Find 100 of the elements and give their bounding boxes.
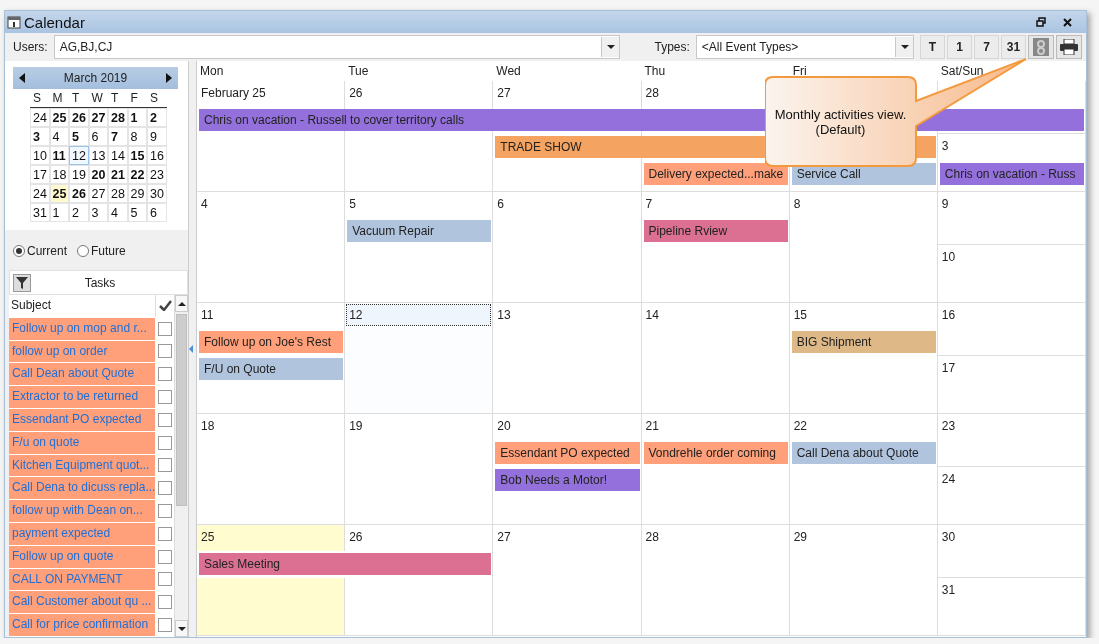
mini-calendar-day[interactable]: 5 <box>69 127 89 146</box>
day-number: 4 <box>200 196 209 213</box>
checkbox[interactable] <box>158 412 173 427</box>
day-number: 15 <box>792 307 808 324</box>
types-dropdown[interactable]: <All Event Types> <box>695 35 914 59</box>
day-number: 3 <box>940 138 950 155</box>
day-number: February 25 <box>200 85 267 102</box>
event-bar[interactable]: Pipeline Rview <box>643 220 788 242</box>
window-title: Calendar <box>24 13 86 31</box>
mini-calendar-day[interactable]: 14 <box>108 146 128 165</box>
checkbox[interactable] <box>158 595 173 610</box>
mini-calendar-day[interactable]: 23 <box>147 165 167 184</box>
mini-calendar-day[interactable]: 9 <box>147 127 167 146</box>
radio-button[interactable] <box>77 245 89 257</box>
checkbox[interactable] <box>158 344 173 359</box>
checkbox[interactable] <box>158 572 173 587</box>
mini-calendar-day[interactable]: 6 <box>147 203 167 222</box>
weekday-header: Tue <box>347 63 370 80</box>
users-dropdown[interactable]: AG,BJ,CJ <box>53 35 621 59</box>
mini-calendar-day[interactable]: 2 <box>147 108 167 127</box>
checkbox[interactable] <box>158 390 173 405</box>
weekday-header: Thu <box>643 63 667 80</box>
event-bar[interactable]: Chris on vacation - Russ <box>939 163 1084 185</box>
next-month-button[interactable] <box>164 71 174 85</box>
mini-calendar-day[interactable]: 3 <box>30 127 50 146</box>
filter-button[interactable] <box>13 273 31 292</box>
mini-calendar-day[interactable]: 28 <box>108 108 128 127</box>
event-bar[interactable]: Essendant PO expected <box>495 442 640 464</box>
checkbox[interactable] <box>158 549 173 564</box>
users-label: Users: <box>13 40 48 54</box>
checkbox[interactable] <box>158 458 173 473</box>
day-number: 26 <box>348 85 364 102</box>
day-number: 24 <box>940 471 957 488</box>
mini-calendar-day[interactable]: 7 <box>108 127 128 146</box>
weekday-header: Fri <box>791 63 808 80</box>
mini-calendar-day[interactable]: 17 <box>30 165 50 184</box>
event-bar[interactable]: Vondrehle order coming <box>643 442 788 464</box>
day-cell[interactable]: 9 <box>937 192 1086 245</box>
event-bar[interactable]: Sales Meeting <box>199 553 492 575</box>
scroll-down-button[interactable] <box>175 620 188 637</box>
day-cell[interactable]: 23 <box>937 414 1086 467</box>
day-cell[interactable]: 12 <box>345 303 494 413</box>
event-bar[interactable]: Bob Needs a Motor! <box>495 469 640 491</box>
day-cell[interactable]: 30 <box>937 525 1086 578</box>
mini-calendar-day[interactable]: 26 <box>69 184 89 203</box>
mini-calendar-day[interactable]: 30 <box>147 184 167 203</box>
view-button[interactable]: 31 <box>1001 35 1026 59</box>
checkbox[interactable] <box>158 618 173 633</box>
mini-calendar-day[interactable]: 4 <box>108 203 128 222</box>
mini-calendar-day[interactable]: 19 <box>69 165 89 184</box>
day-number: 23 <box>940 418 957 435</box>
mini-calendar-day[interactable]: 10 <box>30 146 50 165</box>
close-icon <box>1062 17 1072 27</box>
day-number: 30 <box>940 529 957 546</box>
weekday-header: Wed <box>495 63 522 80</box>
event-bar[interactable]: Call Dena about Quote <box>791 442 936 464</box>
radio-label: Future <box>91 244 126 258</box>
event-bar[interactable]: BIG Shipment <box>791 331 936 353</box>
mini-calendar-day[interactable]: 26 <box>69 108 89 127</box>
day-number: 29 <box>792 529 808 546</box>
event-bar[interactable]: F/U on Quote <box>199 358 344 380</box>
mini-calendar-day[interactable]: 24 <box>30 108 50 127</box>
scroll-up-button[interactable] <box>175 295 188 312</box>
day-number: 9 <box>940 196 950 213</box>
day-cell[interactable]: 25 <box>197 525 346 551</box>
event-bar[interactable]: Vacuum Repair <box>347 220 492 242</box>
day-cell[interactable]: 16 <box>937 303 1086 356</box>
previous-month-button[interactable] <box>17 71 27 85</box>
day-number: 6 <box>496 196 505 213</box>
day-number: 16 <box>940 307 957 324</box>
scrollbar[interactable] <box>174 295 188 637</box>
radio-button[interactable] <box>13 245 25 257</box>
checkbox[interactable] <box>158 481 173 496</box>
day-number: 5 <box>348 196 357 213</box>
view-button[interactable]: 7 <box>974 35 999 59</box>
event-bar[interactable]: Follow up on Joe's Rest <box>199 331 344 353</box>
checkbox[interactable] <box>158 526 173 541</box>
view-button[interactable]: T <box>920 35 945 59</box>
day-cell[interactable] <box>197 578 346 635</box>
mini-calendar-day[interactable]: 2 <box>69 203 89 222</box>
mini-calendar-day[interactable]: 31 <box>30 203 50 222</box>
day-number: 18 <box>200 418 216 435</box>
view-button[interactable]: 1 <box>947 35 972 59</box>
radio-option[interactable]: Current <box>13 244 67 258</box>
mini-calendar-day[interactable]: 24 <box>30 184 50 203</box>
radio-option[interactable]: Future <box>77 244 126 258</box>
mini-calendar-day[interactable]: 28 <box>108 184 128 203</box>
mini-calendar-day[interactable]: 12 <box>69 146 89 165</box>
mini-calendar-day[interactable]: 16 <box>147 146 167 165</box>
checkbox[interactable] <box>158 321 173 336</box>
checkbox[interactable] <box>158 435 173 450</box>
mini-calendar-day[interactable]: 21 <box>108 165 128 184</box>
checkbox[interactable] <box>158 367 173 382</box>
event-bar[interactable]: Delivery expected...make <box>643 163 788 185</box>
day-number: 12 <box>346 304 492 326</box>
print-button[interactable] <box>1056 35 1082 59</box>
day-number: 19 <box>348 418 364 435</box>
day-number: 8 <box>792 196 802 213</box>
types-label: Types: <box>654 40 690 54</box>
checkbox[interactable] <box>158 504 173 519</box>
